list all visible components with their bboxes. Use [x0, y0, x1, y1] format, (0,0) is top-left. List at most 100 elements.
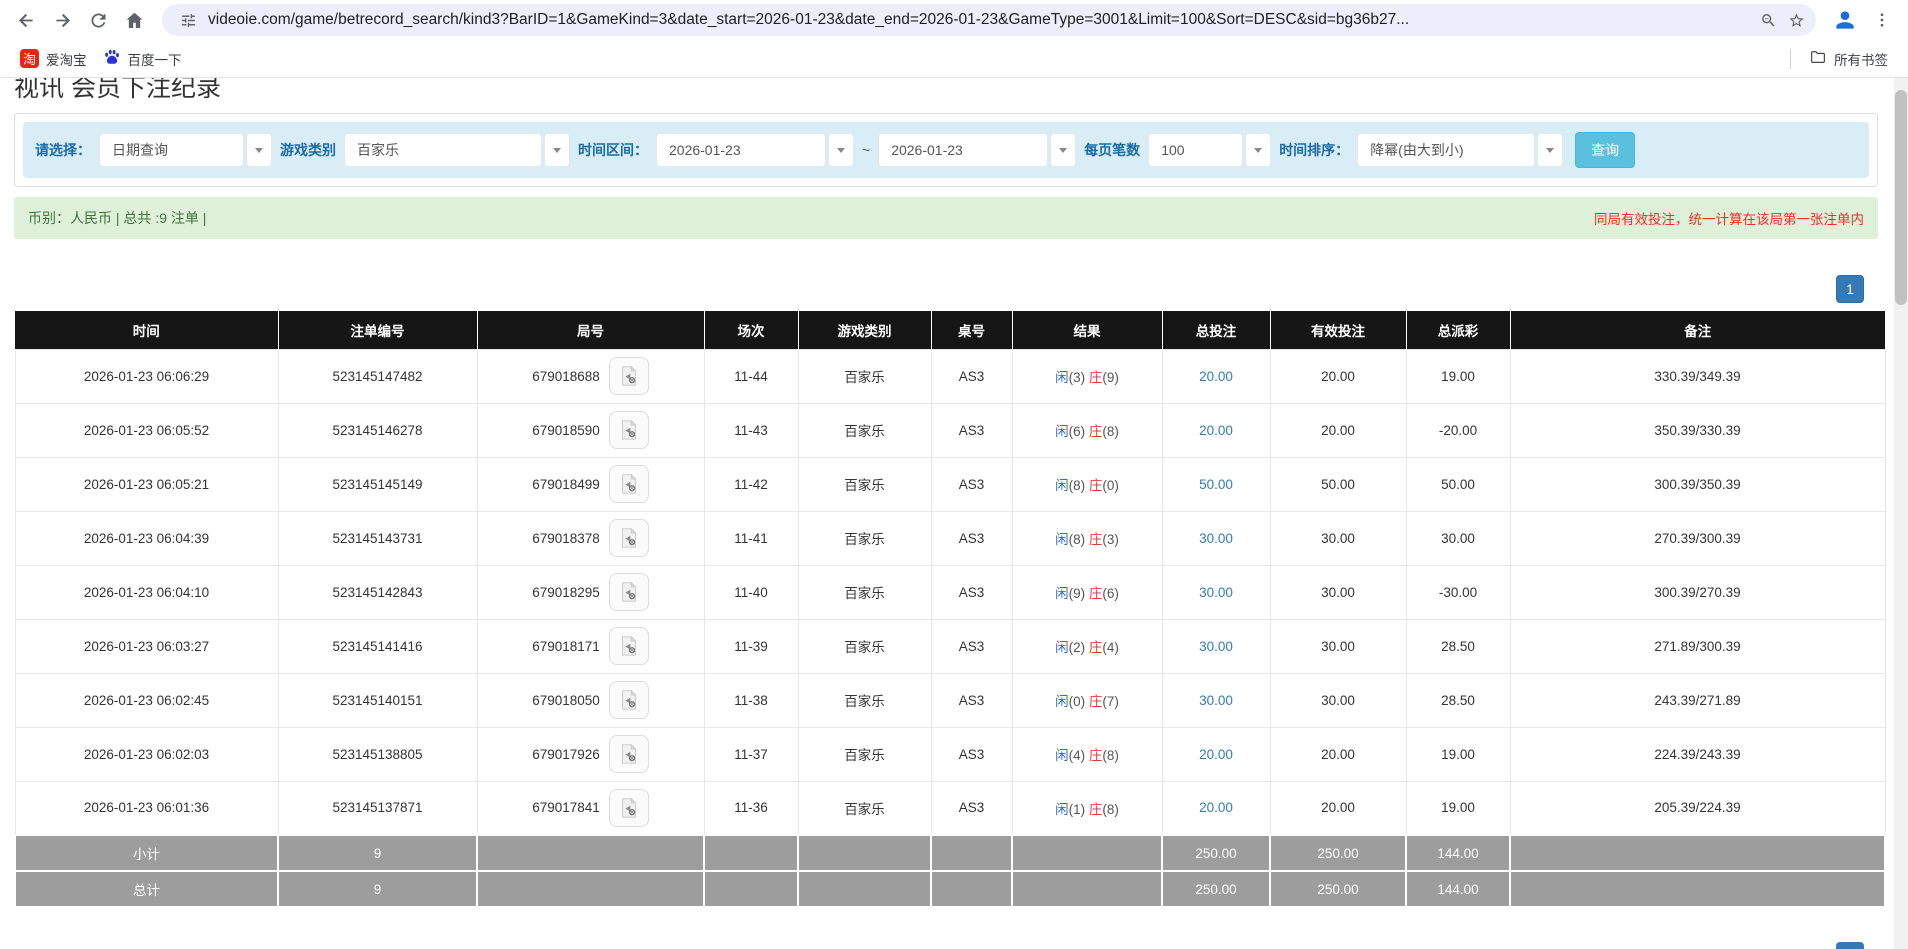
table-row: 2026-01-23 06:06:29523145147482679018688…	[15, 349, 1885, 403]
subtotal-row-cell-5	[931, 835, 1012, 871]
chevron-down-icon[interactable]	[1245, 133, 1271, 167]
video-file-icon	[618, 365, 640, 387]
round-number: 679017841	[532, 800, 600, 815]
bookmark-taobao[interactable]: 淘 爱淘宝	[12, 45, 95, 73]
query-type-select[interactable]: 日期查询	[99, 133, 272, 167]
video-replay-button[interactable]	[609, 411, 649, 449]
bookmarks-divider	[1790, 49, 1791, 69]
total-bet-link[interactable]: 20.00	[1199, 800, 1233, 815]
url-text[interactable]: videoie.com/game/betrecord_search/kind3?…	[208, 11, 1746, 29]
total-bet-cell: 20.00	[1162, 727, 1270, 781]
valid-bet-cell: 30.00	[1270, 511, 1406, 565]
time-cell: 2026-01-23 06:02:45	[15, 673, 278, 727]
result-cell: 闲(4) 庄(8)	[1012, 727, 1162, 781]
game-type-cell: 百家乐	[798, 349, 931, 403]
total-bet-link[interactable]: 50.00	[1199, 477, 1233, 492]
time-cell: 2026-01-23 06:02:03	[15, 727, 278, 781]
forward-button[interactable]	[44, 3, 80, 37]
page-button-bottom[interactable]	[1836, 942, 1864, 949]
column-header-1: 注单编号	[278, 311, 477, 349]
total-bet-link[interactable]: 30.00	[1199, 693, 1233, 708]
result-cell: 闲(9) 庄(6)	[1012, 565, 1162, 619]
table-number-cell: AS3	[931, 511, 1012, 565]
chevron-down-icon[interactable]	[1537, 133, 1563, 167]
total-bet-link[interactable]: 30.00	[1199, 531, 1233, 546]
video-replay-button[interactable]	[609, 573, 649, 611]
profile-avatar[interactable]	[1830, 5, 1860, 35]
bookmarks-bar: 淘 爱淘宝 百度一下 所有书签	[0, 40, 1908, 78]
search-button[interactable]: 查询	[1575, 132, 1635, 168]
video-replay-button[interactable]	[609, 357, 649, 395]
result-banker: 庄	[1089, 748, 1103, 763]
video-replay-button[interactable]	[609, 627, 649, 665]
person-icon	[1832, 7, 1858, 33]
video-replay-button[interactable]	[609, 681, 649, 719]
taobao-icon: 淘	[20, 49, 39, 68]
video-replay-button[interactable]	[609, 465, 649, 503]
game-type-cell: 百家乐	[798, 457, 931, 511]
video-replay-button[interactable]	[609, 519, 649, 557]
game-type-cell: 百家乐	[798, 403, 931, 457]
round-number: 679017926	[532, 747, 600, 762]
subtotal-row-cell-4	[798, 835, 931, 871]
note-cell: 300.39/270.39	[1510, 565, 1885, 619]
home-button[interactable]	[116, 3, 152, 37]
result-player-score: (6)	[1069, 424, 1089, 439]
total-bet-cell: 20.00	[1162, 781, 1270, 835]
scrollbar[interactable]	[1894, 78, 1908, 949]
total-bet-link[interactable]: 20.00	[1199, 747, 1233, 762]
address-bar[interactable]: videoie.com/game/betrecord_search/kind3?…	[162, 4, 1816, 36]
sort-select[interactable]: 降幂(由大到小)	[1357, 133, 1563, 167]
round-cell: 679017841	[477, 781, 704, 835]
chevron-down-icon[interactable]	[1050, 133, 1076, 167]
chevron-down-icon[interactable]	[544, 133, 570, 167]
sort-label: 时间排序：	[1279, 140, 1349, 160]
total-row-cell-0: 总计	[15, 871, 278, 907]
result-cell: 闲(8) 庄(0)	[1012, 457, 1162, 511]
sort-value: 降幂(由大到小)	[1357, 133, 1535, 167]
result-banker: 庄	[1089, 802, 1103, 817]
total-bet-cell: 20.00	[1162, 349, 1270, 403]
site-settings-icon[interactable]	[174, 6, 202, 34]
video-replay-button[interactable]	[609, 789, 649, 827]
total-bet-link[interactable]: 30.00	[1199, 585, 1233, 600]
payout-cell: -20.00	[1406, 403, 1510, 457]
menu-icon[interactable]	[1864, 3, 1900, 37]
chevron-down-icon[interactable]	[828, 133, 854, 167]
round-cell: 679018590	[477, 403, 704, 457]
bookmark-baidu[interactable]: 百度一下	[95, 44, 190, 73]
scrollbar-thumb[interactable]	[1895, 90, 1907, 305]
round-number: 679018499	[532, 477, 600, 492]
video-file-icon	[618, 419, 640, 441]
time-cell: 2026-01-23 06:01:36	[15, 781, 278, 835]
table-number-cell: AS3	[931, 727, 1012, 781]
page-1-button[interactable]: 1	[1836, 275, 1864, 303]
back-button[interactable]	[8, 3, 44, 37]
result-player-score: (1)	[1069, 802, 1089, 817]
page-title: 视讯 会员下注纪录	[14, 78, 221, 99]
total-bet-link[interactable]: 20.00	[1199, 423, 1233, 438]
round-cell: 679018499	[477, 457, 704, 511]
per-page-select[interactable]: 100	[1148, 133, 1271, 167]
bet-id-cell: 523145142843	[278, 565, 477, 619]
zoom-out-icon[interactable]	[1754, 6, 1782, 34]
payout-cell: 30.00	[1406, 511, 1510, 565]
session-cell: 11-40	[704, 565, 798, 619]
game-type-select[interactable]: 百家乐	[344, 133, 570, 167]
bookmark-star-icon[interactable]	[1782, 6, 1810, 34]
result-banker: 庄	[1089, 478, 1103, 493]
video-replay-button[interactable]	[609, 735, 649, 773]
all-bookmarks-button[interactable]: 所有书签	[1801, 44, 1896, 73]
round-cell: 679018171	[477, 619, 704, 673]
date-end-picker[interactable]: 2026-01-23	[878, 133, 1076, 167]
result-player: 闲	[1055, 532, 1069, 547]
total-bet-link[interactable]: 20.00	[1199, 369, 1233, 384]
bookmark-label: 百度一下	[128, 49, 182, 69]
result-player: 闲	[1055, 424, 1069, 439]
filter-card: 请选择： 日期查询 游戏类别 百家乐 时间区间： 2026-01-23 ~ 20	[14, 113, 1878, 187]
chevron-down-icon[interactable]	[246, 133, 272, 167]
column-header-10: 备注	[1510, 311, 1885, 349]
total-bet-link[interactable]: 30.00	[1199, 639, 1233, 654]
reload-button[interactable]	[80, 3, 116, 37]
date-start-picker[interactable]: 2026-01-23	[656, 133, 854, 167]
